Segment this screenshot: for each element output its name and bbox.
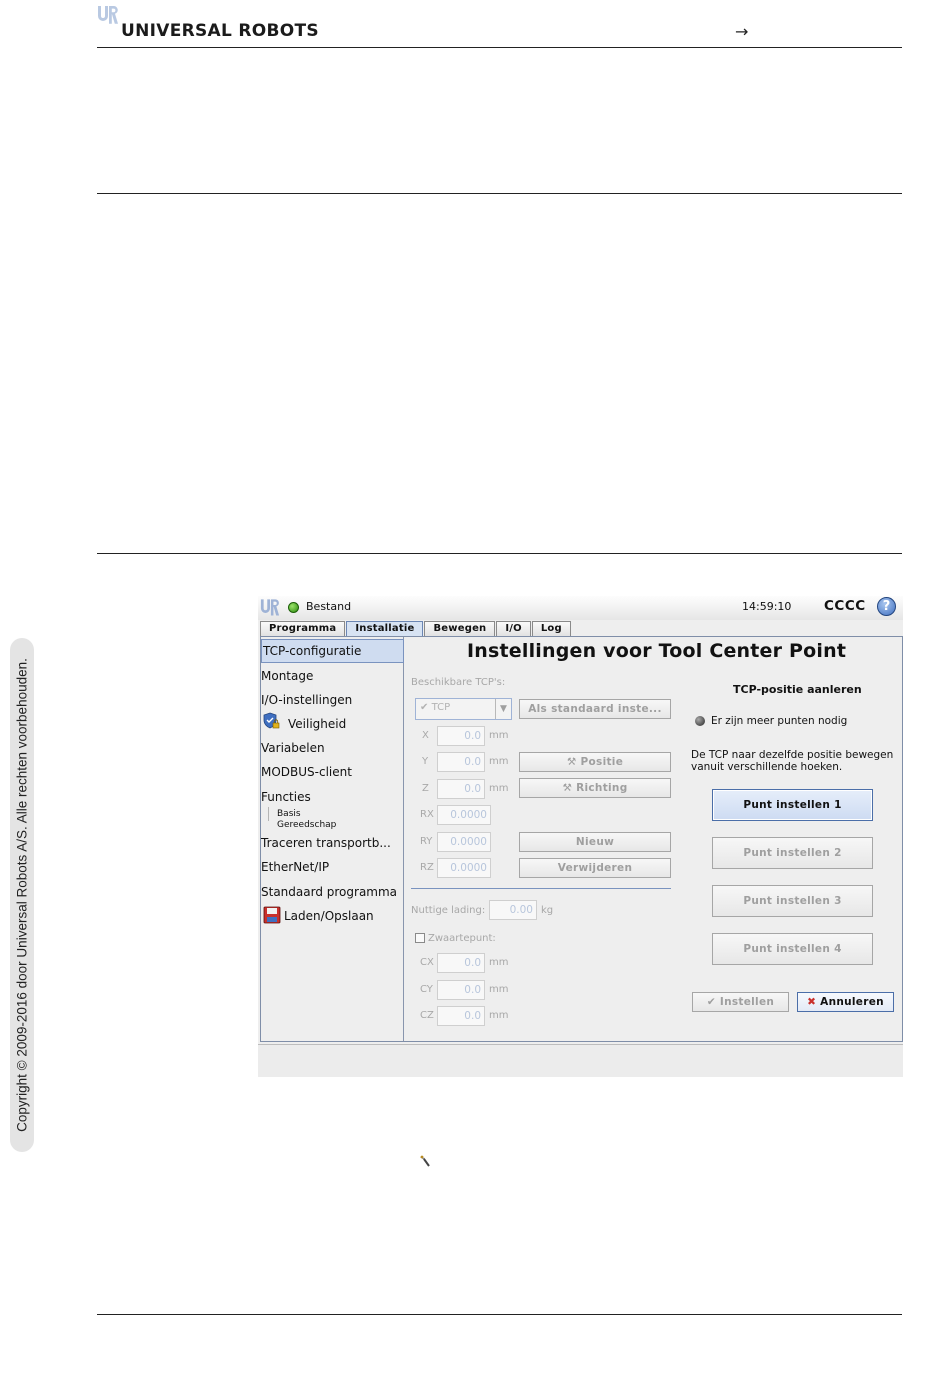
set-point-4-button[interactable]: Punt instellen 4	[712, 933, 873, 965]
page-title: Instellingen voor Tool Center Point	[467, 640, 847, 662]
copyright-text: Copyright © 2009-2016 door Universal Rob…	[14, 658, 30, 1132]
teach-instruction-2: vanuit verschillende hoeken.	[691, 761, 843, 773]
tcp-rx-field[interactable]: 0.0000	[437, 805, 491, 825]
bottom-strip	[258, 1044, 903, 1077]
delete-tcp-button[interactable]: Verwijderen	[519, 858, 671, 878]
nav-item-veiligheid[interactable]: Veiligheid	[288, 717, 346, 731]
help-icon[interactable]: ?	[877, 597, 896, 616]
close-icon: ✖	[807, 996, 817, 1008]
chevron-down-icon[interactable]: ▼	[495, 699, 511, 719]
cog-cx-field[interactable]: 0.0	[437, 953, 485, 973]
brand-wordmark: UNIVERSAL ROBOTS	[121, 21, 319, 41]
nav-item-modbus-client[interactable]: MODBUS-client	[261, 765, 352, 779]
nav-subitem-basis[interactable]: Basis	[277, 809, 301, 819]
teach-instruction-1: De TCP naar dezelfde positie bewegen	[691, 749, 894, 761]
nav-item-laden-opslaan[interactable]: Laden/Opslaan	[284, 909, 374, 923]
cy-unit: mm	[489, 984, 509, 995]
z-unit: mm	[489, 783, 509, 794]
main-tabs: Programma Installatie Bewegen I/O Log	[260, 621, 572, 636]
cog-cy-field[interactable]: 0.0	[437, 980, 485, 1000]
tab-programma[interactable]: Programma	[260, 621, 346, 636]
top-bar: Bestand 14:59:10 CCCC ?	[258, 596, 903, 620]
teach-status: Er zijn meer punten nodig	[711, 715, 848, 727]
nav-item-montage[interactable]: Montage	[261, 669, 313, 683]
cog-checkbox[interactable]	[415, 933, 425, 943]
clock: 14:59:10	[742, 600, 792, 613]
payload-unit: kg	[541, 905, 554, 916]
payload-label: Nuttige lading:	[411, 905, 486, 916]
tcp-select-value: ✔ TCP	[420, 702, 451, 713]
position-button[interactable]: ⚒ Positie	[519, 752, 671, 772]
cog-cz-field[interactable]: 0.0	[437, 1006, 485, 1026]
installation-nav: TCP-configuratie Montage I/O-instellinge…	[261, 637, 404, 1041]
x-label: X	[422, 730, 429, 741]
nav-item-functies[interactable]: Functies	[261, 790, 311, 804]
set-point-2-button[interactable]: Punt instellen 2	[712, 837, 873, 869]
status-dot-icon	[695, 716, 705, 726]
nav-subitem-gereedschap[interactable]: Gereedschap	[277, 820, 336, 830]
tab-bewegen[interactable]: Bewegen	[424, 621, 496, 636]
cog-label: Zwaartepunt:	[428, 933, 496, 944]
cz-unit: mm	[489, 1010, 509, 1021]
tcp-rz-field[interactable]: 0.0000	[437, 858, 491, 878]
x-unit: mm	[489, 730, 509, 741]
nav-item-standaard-programma[interactable]: Standaard programma	[261, 885, 397, 899]
set-default-tcp-button[interactable]: Als standaard inste...	[519, 699, 671, 719]
position-tool-icon	[420, 1155, 430, 1167]
set-button[interactable]: ✔ Instellen	[692, 992, 789, 1012]
rule-bottom	[97, 1314, 902, 1315]
cx-unit: mm	[489, 957, 509, 968]
nav-item-variabelen[interactable]: Variabelen	[261, 741, 325, 755]
status-indicator-icon	[288, 602, 299, 613]
rz-label: RZ	[420, 862, 434, 873]
y-unit: mm	[489, 756, 509, 767]
robot-name: CCCC	[824, 598, 866, 614]
nav-item-traceren-transportband[interactable]: Traceren transportb...	[261, 836, 391, 850]
rx-label: RX	[420, 809, 434, 820]
arrow-icon: →	[735, 22, 749, 41]
y-label: Y	[422, 756, 429, 767]
tab-installatie[interactable]: Installatie	[346, 621, 424, 636]
installation-panel: TCP-configuratie Montage I/O-instellinge…	[260, 636, 903, 1042]
ur-logo-icon	[98, 6, 118, 24]
rule-3	[97, 553, 902, 554]
tab-io[interactable]: I/O	[496, 621, 531, 636]
polyscope-screenshot: Bestand 14:59:10 CCCC ? Programma Instal…	[258, 596, 903, 1077]
z-label: Z	[422, 783, 429, 794]
set-point-3-button[interactable]: Punt instellen 3	[712, 885, 873, 917]
ur-logo-icon	[260, 599, 280, 616]
cx-label: CX	[420, 957, 434, 968]
ry-label: RY	[420, 836, 433, 847]
available-tcps-label: Beschikbare TCP's:	[411, 677, 506, 688]
set-point-1-button[interactable]: Punt instellen 1	[712, 789, 873, 821]
tcp-z-field[interactable]: 0.0	[437, 779, 485, 799]
save-disk-icon	[263, 906, 281, 924]
tcp-ry-field[interactable]: 0.0000	[437, 832, 491, 852]
safety-shield-icon	[263, 712, 280, 729]
teach-heading: TCP-positie aanleren	[733, 683, 862, 696]
cy-label: CY	[420, 984, 433, 995]
cancel-button[interactable]: ✖ Annuleren	[797, 992, 894, 1012]
rule-top	[97, 47, 902, 48]
tab-log[interactable]: Log	[531, 621, 571, 636]
nav-item-ethernet-ip[interactable]: EtherNet/IP	[261, 860, 329, 874]
cz-label: CZ	[420, 1010, 434, 1021]
rule-2	[97, 193, 902, 194]
tcp-x-field[interactable]: 0.0	[437, 726, 485, 746]
divider	[411, 888, 671, 889]
tcp-y-field[interactable]: 0.0	[437, 752, 485, 772]
payload-field[interactable]: 0.00	[489, 900, 537, 920]
orientation-button[interactable]: ⚒ Richting	[519, 778, 671, 798]
tree-line	[268, 807, 269, 821]
nav-item-tcp-configuratie[interactable]: TCP-configuratie	[261, 639, 404, 663]
file-menu[interactable]: Bestand	[306, 600, 351, 613]
nav-item-io-instellingen[interactable]: I/O-instellingen	[261, 693, 352, 707]
new-tcp-button[interactable]: Nieuw	[519, 832, 671, 852]
tcp-select[interactable]: ✔ TCP ▼	[415, 698, 512, 720]
